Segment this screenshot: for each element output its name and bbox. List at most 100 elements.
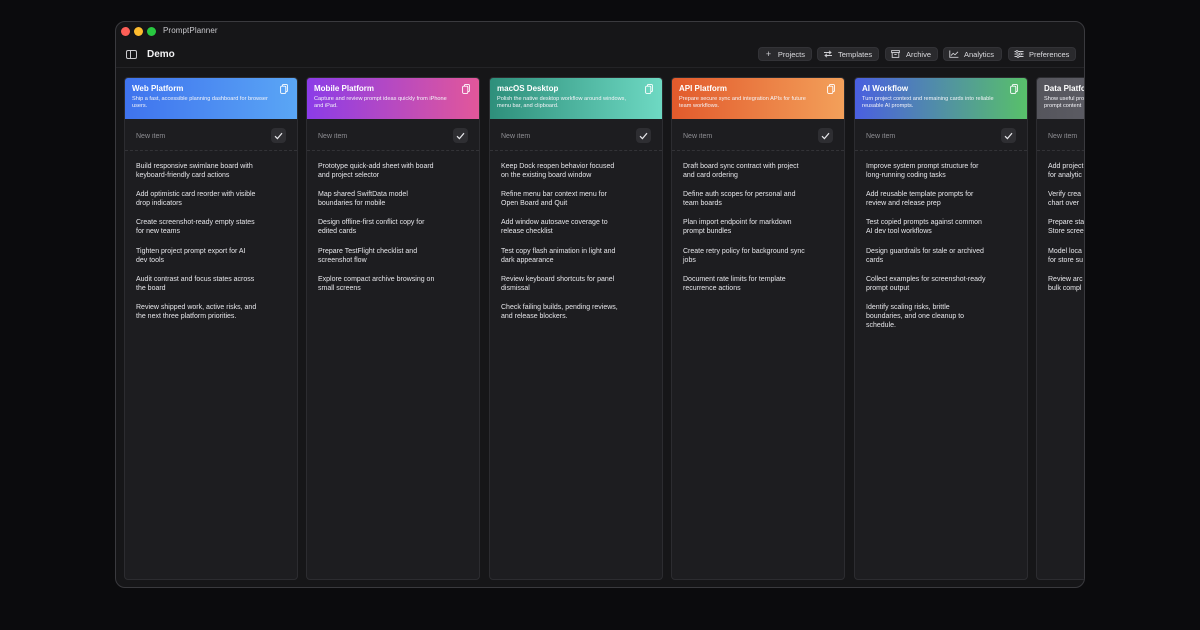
zoom-window-button[interactable]: [147, 27, 156, 36]
add-item-button[interactable]: [818, 128, 833, 143]
board-title: Demo: [147, 49, 175, 60]
preferences-button[interactable]: Preferences: [1008, 47, 1076, 61]
templates-button-label: Templates: [838, 49, 873, 59]
copy-prompt-icon[interactable]: [645, 84, 653, 94]
column-title: Data Platfo: [1044, 84, 1084, 93]
add-item-button[interactable]: [271, 128, 286, 143]
copy-prompt-icon[interactable]: [1010, 84, 1018, 94]
close-window-button[interactable]: [121, 27, 130, 36]
card[interactable]: Add project for analytic: [1048, 162, 1084, 180]
card[interactable]: Add optimistic card reorder with visible…: [136, 190, 258, 208]
card[interactable]: Prototype quick-add sheet with board and…: [318, 162, 440, 180]
column-macos-desktop: macOS Desktop Polish the native desktop …: [489, 77, 663, 580]
card[interactable]: Improve system prompt structure for long…: [866, 162, 988, 180]
card[interactable]: Verify crea chart over: [1048, 190, 1084, 208]
column-header: macOS Desktop Polish the native desktop …: [490, 78, 662, 119]
card-list: Draft board sync contract with project a…: [672, 151, 844, 293]
card[interactable]: Define auth scopes for personal and team…: [683, 190, 805, 208]
card[interactable]: Audit contrast and focus states across t…: [136, 275, 258, 293]
column-title: Mobile Platform: [314, 84, 375, 93]
new-item-input[interactable]: [318, 131, 438, 141]
column-title: API Platform: [679, 84, 728, 93]
card[interactable]: Create retry policy for background sync …: [683, 247, 805, 265]
card[interactable]: Build responsive swimlane board with key…: [136, 162, 258, 180]
checkmark-icon: [639, 132, 648, 139]
arrows-icon: [823, 50, 833, 58]
add-item-button[interactable]: [1001, 128, 1016, 143]
card[interactable]: Create screenshot-ready empty states for…: [136, 218, 258, 236]
card[interactable]: Design offline-first conflict copy for e…: [318, 218, 440, 236]
card[interactable]: Tighten project prompt export for AI dev…: [136, 247, 258, 265]
card-list: Keep Dock reopen behavior focused on the…: [490, 151, 662, 321]
chart-icon: [949, 50, 959, 58]
card[interactable]: Plan import endpoint for markdown prompt…: [683, 218, 805, 236]
column-ai-workflow: AI Workflow Turn project context and rem…: [854, 77, 1028, 580]
preferences-button-label: Preferences: [1029, 49, 1070, 59]
card[interactable]: Identify scaling risks, brittle boundari…: [866, 303, 988, 330]
column-description: Polish the native desktop workflow aroun…: [497, 96, 627, 110]
card[interactable]: Explore compact archive browsing on smal…: [318, 275, 440, 293]
new-item-input[interactable]: [501, 131, 621, 141]
toolbar: Demo + Projects Templates Archive Analyt…: [116, 42, 1084, 68]
checkmark-icon: [1004, 132, 1013, 139]
new-item-row: [490, 119, 662, 151]
column-header: Data Platfo Show useful pro prompt conte…: [1037, 78, 1084, 119]
new-item-row: [855, 119, 1027, 151]
column-header: API Platform Prepare secure sync and int…: [672, 78, 844, 119]
card-list: Build responsive swimlane board with key…: [125, 151, 297, 321]
projects-button[interactable]: + Projects: [758, 47, 812, 61]
archive-button[interactable]: Archive: [885, 47, 938, 61]
copy-prompt-icon[interactable]: [827, 84, 835, 94]
new-item-input[interactable]: [136, 131, 256, 141]
card[interactable]: Review shipped work, active risks, and t…: [136, 303, 258, 321]
new-item-input[interactable]: [866, 131, 986, 141]
plus-icon: +: [765, 48, 772, 59]
column-title: Web Platform: [132, 84, 184, 93]
card[interactable]: Prepare TestFlight checklist and screens…: [318, 247, 440, 265]
column-description: Show useful pro prompt content: [1044, 96, 1084, 110]
projects-button-label: Projects: [777, 49, 805, 59]
column-data-platform: Data Platfo Show useful pro prompt conte…: [1036, 77, 1084, 580]
copy-prompt-icon[interactable]: [280, 84, 288, 94]
card[interactable]: Keep Dock reopen behavior focused on the…: [501, 162, 623, 180]
analytics-button[interactable]: Analytics: [943, 47, 1002, 61]
column-title: AI Workflow: [862, 84, 909, 93]
column-header: AI Workflow Turn project context and rem…: [855, 78, 1027, 119]
card[interactable]: Design guardrails for stale or archived …: [866, 247, 988, 265]
copy-prompt-icon[interactable]: [462, 84, 470, 94]
card[interactable]: Test copied prompts against common AI de…: [866, 218, 988, 236]
card[interactable]: Test copy flash animation in light and d…: [501, 247, 623, 265]
title-bar: PromptPlanner: [116, 22, 1084, 42]
sidebar-toggle-icon[interactable]: [126, 50, 137, 59]
card[interactable]: Review arc bulk compl: [1048, 275, 1084, 293]
card[interactable]: Check failing builds, pending reviews, a…: [501, 303, 623, 321]
new-item-row: [307, 119, 479, 151]
add-item-button[interactable]: [453, 128, 468, 143]
new-item-input[interactable]: [1048, 131, 1084, 141]
column-description: Turn project context and remaining cards…: [862, 96, 994, 110]
card[interactable]: Document rate limits for template recurr…: [683, 275, 805, 293]
card[interactable]: Refine menu bar context menu for Open Bo…: [501, 190, 623, 208]
card-list: Improve system prompt structure for long…: [855, 151, 1027, 330]
card[interactable]: Add reusable template prompts for review…: [866, 190, 988, 208]
templates-button[interactable]: Templates: [817, 47, 879, 61]
archive-button-label: Archive: [905, 49, 931, 59]
column-web-platform: Web Platform Ship a fast, accessible pla…: [124, 77, 298, 580]
minimize-window-button[interactable]: [134, 27, 143, 36]
card[interactable]: Model loca for store su: [1048, 247, 1084, 265]
checkmark-icon: [821, 132, 830, 139]
column-header: Mobile Platform Capture and review promp…: [307, 78, 479, 119]
card[interactable]: Prepare sta Store scree: [1048, 218, 1084, 236]
column-description: Capture and review prompt ideas quickly …: [314, 96, 447, 110]
archive-box-icon: [891, 50, 901, 58]
new-item-input[interactable]: [683, 131, 803, 141]
new-item-row: [125, 119, 297, 151]
card[interactable]: Draft board sync contract with project a…: [683, 162, 805, 180]
card[interactable]: Add window autosave coverage to release …: [501, 218, 623, 236]
card[interactable]: Collect examples for screenshot-ready pr…: [866, 275, 988, 293]
column-header: Web Platform Ship a fast, accessible pla…: [125, 78, 297, 119]
card[interactable]: Review keyboard shortcuts for panel dism…: [501, 275, 623, 293]
card[interactable]: Map shared SwiftData model boundaries fo…: [318, 190, 440, 208]
analytics-button-label: Analytics: [964, 49, 995, 59]
add-item-button[interactable]: [636, 128, 651, 143]
